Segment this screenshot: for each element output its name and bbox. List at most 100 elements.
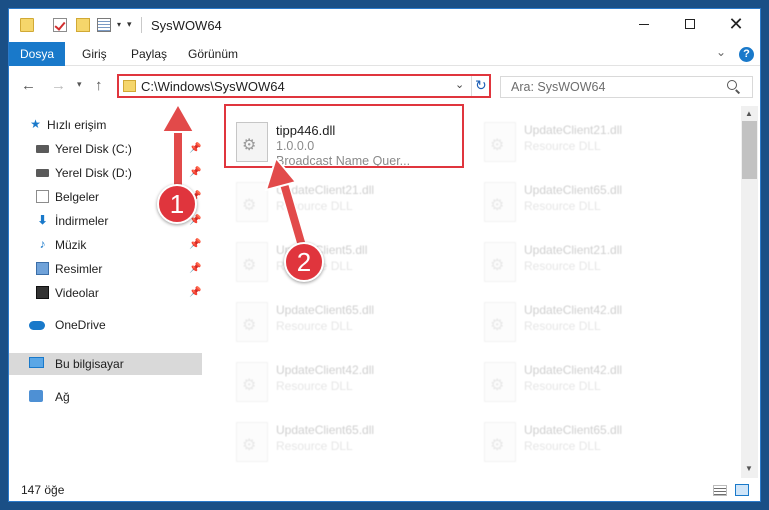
music-icon: ♪ (39, 237, 46, 251)
sidebar-item-pictures[interactable]: Resimler 📌 (9, 258, 202, 280)
properties-check-icon[interactable] (53, 18, 67, 32)
tiles-view-icon[interactable] (735, 484, 749, 496)
expand-ribbon-icon[interactable]: ⌄ (716, 45, 726, 59)
file-description: Resource DLL (524, 319, 601, 333)
file-item[interactable]: UpdateClient21.dll Resource DLL (232, 176, 470, 232)
sidebar-item-label: Videolar (55, 286, 99, 300)
search-icon[interactable] (727, 80, 737, 90)
address-bar[interactable]: C:\Windows\SysWOW64 ⌄ ↻ (117, 74, 491, 98)
file-item[interactable]: UpdateClient42.dll Resource DLL (480, 356, 718, 412)
maximize-button[interactable] (667, 9, 713, 39)
vertical-scrollbar[interactable]: ▲ ▼ (741, 106, 758, 478)
file-description: Resource DLL (276, 319, 353, 333)
minimize-button[interactable] (621, 9, 667, 39)
file-description: Resource DLL (524, 259, 601, 273)
pin-icon: 📌 (189, 143, 202, 154)
help-icon[interactable]: ? (739, 47, 754, 62)
sidebar-item-local-disk-c[interactable]: Yerel Disk (C:) 📌 (9, 138, 202, 160)
selected-file-highlight (224, 104, 464, 168)
divider (471, 76, 472, 96)
cloud-icon (29, 321, 45, 330)
file-name: UpdateClient42.dll (524, 363, 623, 377)
dll-file-icon (484, 242, 516, 282)
star-icon: ★ (30, 117, 41, 131)
sidebar-item-music[interactable]: ♪ Müzik 📌 (9, 234, 202, 256)
drive-icon (36, 169, 49, 177)
customize-quick-access-icon[interactable]: ▾ (127, 19, 132, 30)
dll-file-icon (236, 182, 268, 222)
file-name: UpdateClient42.dll (276, 363, 375, 377)
sidebar-item-videos[interactable]: Videolar 📌 (9, 282, 202, 304)
new-folder-icon[interactable] (76, 18, 90, 32)
address-path[interactable]: C:\Windows\SysWOW64 (141, 79, 285, 94)
tab-share[interactable]: Paylaş (129, 42, 169, 66)
file-item[interactable]: UpdateClient5.dll Resource DLL (232, 236, 470, 292)
refresh-icon[interactable]: ↻ (475, 77, 487, 94)
sidebar-item-this-pc[interactable]: Bu bilgisayar (9, 353, 202, 375)
tab-home[interactable]: Giriş (80, 42, 109, 66)
explorer-window: ▾ ▾ SysWOW64 ✕ Dosya Giriş Paylaş Görünü… (8, 8, 761, 502)
recent-locations-icon[interactable]: ▾ (77, 79, 82, 90)
file-item[interactable]: UpdateClient21.dll Resource DLL (480, 236, 718, 292)
forward-icon[interactable]: → (51, 77, 66, 94)
file-description: Resource DLL (524, 379, 601, 393)
maximize-icon (685, 19, 695, 29)
scroll-down-icon[interactable]: ▼ (745, 464, 753, 473)
pin-icon: 📌 (189, 167, 202, 178)
dll-file-icon (236, 242, 268, 282)
file-item[interactable]: UpdateClient42.dll Resource DLL (480, 296, 718, 352)
sidebar-item-network[interactable]: Ağ (9, 386, 202, 408)
pin-icon: 📌 (189, 239, 202, 250)
search-box[interactable]: Ara: SysWOW64 (500, 76, 753, 98)
videos-icon (36, 286, 49, 299)
file-description: Resource DLL (524, 139, 601, 153)
tab-view[interactable]: Görünüm (186, 42, 240, 66)
properties-icon[interactable] (97, 18, 111, 32)
dll-file-icon (484, 122, 516, 162)
up-icon[interactable]: ↑ (95, 77, 103, 94)
dll-file-icon (484, 302, 516, 342)
address-dropdown-icon[interactable]: ⌄ (455, 78, 464, 91)
minimize-icon (639, 23, 649, 25)
sidebar-item-quick-access[interactable]: ★ Hızlı erişim (9, 114, 202, 136)
item-count: 147 öğe (21, 483, 65, 497)
pin-icon: 📌 (189, 287, 202, 298)
details-view-icon[interactable] (713, 485, 727, 496)
chevron-down-icon[interactable]: ▾ (117, 20, 121, 29)
file-description: Resource DLL (276, 439, 353, 453)
navigation-pane: ★ Hızlı erişim Yerel Disk (C:) 📌 Yerel D… (9, 106, 204, 478)
file-name: UpdateClient65.dll (276, 423, 375, 437)
scrollbar-thumb[interactable] (742, 121, 757, 179)
file-name: UpdateClient65.dll (524, 423, 623, 437)
close-icon: ✕ (728, 13, 744, 34)
file-name: UpdateClient42.dll (524, 303, 623, 317)
back-icon[interactable]: ← (21, 77, 36, 94)
sidebar-item-onedrive[interactable]: OneDrive (9, 314, 202, 336)
folder-icon[interactable] (20, 18, 34, 32)
sidebar-item-label: İndirmeler (55, 214, 109, 228)
file-item[interactable]: UpdateClient21.dll Resource DLL (480, 116, 718, 172)
sidebar-item-label: Belgeler (55, 190, 100, 204)
file-item[interactable]: UpdateClient65.dll Resource DLL (480, 176, 718, 232)
dll-file-icon (236, 362, 268, 402)
status-bar: 147 öğe (9, 478, 760, 501)
scroll-up-icon[interactable]: ▲ (745, 109, 753, 118)
download-icon: ⬇ (37, 213, 48, 227)
dll-file-icon (236, 422, 268, 462)
sidebar-item-local-disk-d[interactable]: Yerel Disk (D:) 📌 (9, 162, 202, 184)
close-button[interactable]: ✕ (713, 9, 759, 39)
file-description: Resource DLL (524, 199, 601, 213)
file-item[interactable]: UpdateClient65.dll Resource DLL (232, 416, 470, 472)
tab-file[interactable]: Dosya (9, 42, 65, 66)
search-input[interactable]: Ara: SysWOW64 (511, 80, 605, 94)
file-item[interactable]: UpdateClient65.dll Resource DLL (480, 416, 718, 472)
navigation-bar: ← → ▾ ↑ C:\Windows\SysWOW64 ⌄ ↻ Ara: Sys… (9, 66, 760, 106)
file-name: UpdateClient21.dll (524, 243, 623, 257)
pin-icon: 📌 (189, 263, 202, 274)
file-item[interactable]: UpdateClient65.dll Resource DLL (232, 296, 470, 352)
file-item[interactable]: UpdateClient42.dll Resource DLL (232, 356, 470, 412)
file-name: UpdateClient65.dll (276, 303, 375, 317)
sidebar-item-label: Yerel Disk (C:) (55, 142, 132, 156)
sidebar-item-label: Müzik (55, 238, 87, 252)
ribbon-tabs: Dosya Giriş Paylaş Görünüm ⌄ ? (9, 42, 760, 66)
